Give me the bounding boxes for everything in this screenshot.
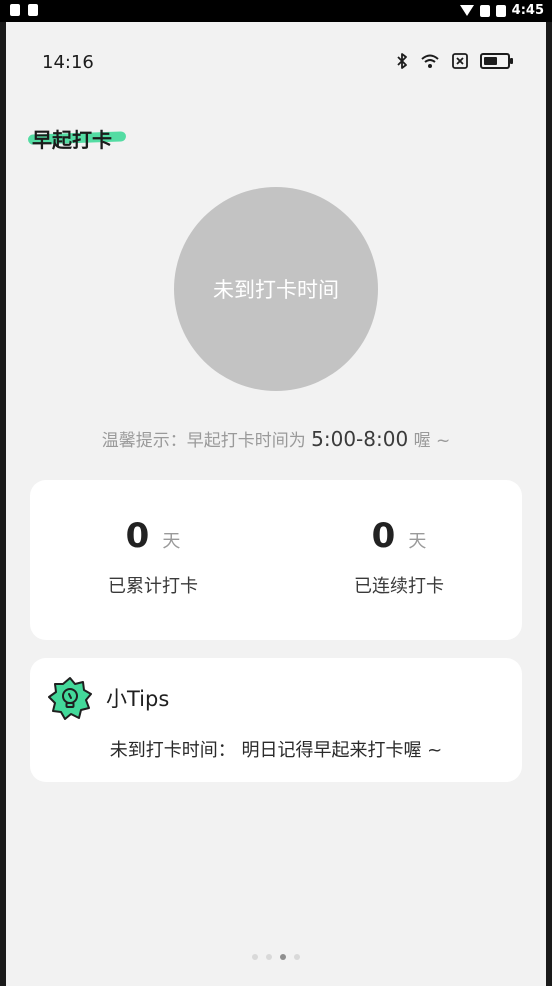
device-time: 4:45 bbox=[511, 3, 544, 18]
lightbulb-badge-icon bbox=[48, 677, 92, 720]
tips-message: 未到打卡时间： 明日记得早起来打卡喔 ~ bbox=[109, 740, 443, 761]
stats-card: 0 天 已累计打卡 0 天 已连续打卡 bbox=[30, 480, 522, 640]
page-dot-active bbox=[280, 954, 286, 960]
device-status-right: 4:45 bbox=[459, 3, 544, 18]
page-dot bbox=[266, 954, 272, 960]
total-checkins: 0 天 已累计打卡 bbox=[30, 480, 276, 640]
checkin-button-label: 未到打卡时间 bbox=[213, 278, 339, 302]
lock-icon bbox=[10, 4, 20, 16]
app-status-time: 14:16 bbox=[42, 52, 94, 73]
checkin-button[interactable]: 未到打卡时间 bbox=[174, 187, 378, 391]
bluetooth-icon bbox=[397, 53, 407, 69]
sim-icon bbox=[479, 4, 490, 17]
app-status-icons bbox=[396, 53, 513, 69]
consecutive-checkins-label: 已连续打卡 bbox=[354, 576, 444, 597]
total-checkins-label: 已累计打卡 bbox=[108, 576, 198, 597]
wifi-icon bbox=[421, 54, 439, 68]
device-status-bar: 4:45 bbox=[0, 0, 552, 22]
consecutive-checkins-value: 0 bbox=[371, 516, 396, 556]
total-checkins-value: 0 bbox=[125, 516, 150, 556]
checkin-hint: 温馨提示：早起打卡时间为 5:00-8:00 喔 ~ bbox=[101, 427, 451, 451]
page-dot bbox=[252, 954, 258, 960]
app-status-bar: 14:16 bbox=[6, 50, 546, 74]
page-dot bbox=[294, 954, 300, 960]
tips-header: 小Tips bbox=[48, 676, 169, 720]
app-a-icon bbox=[28, 4, 38, 16]
consecutive-checkins-unit: 天 bbox=[408, 531, 427, 552]
app-screen: 14:16 早起打卡 未到打卡时间 温馨提示：早起打卡时间为 5:00-8:00 bbox=[6, 22, 546, 986]
tips-title: 小Tips bbox=[106, 687, 170, 711]
device-status-left bbox=[10, 4, 38, 16]
total-checkins-unit: 天 bbox=[162, 531, 181, 552]
consecutive-checkins: 0 天 已连续打卡 bbox=[276, 480, 522, 640]
battery-icon bbox=[480, 53, 513, 69]
tips-card: 小Tips 未到打卡时间： 明日记得早起来打卡喔 ~ bbox=[30, 658, 522, 782]
no-sim-icon bbox=[452, 53, 468, 69]
page-title: 早起打卡 bbox=[27, 124, 127, 153]
signal-icon bbox=[459, 5, 474, 16]
device-battery-icon bbox=[495, 4, 506, 17]
page-indicator bbox=[6, 954, 546, 960]
